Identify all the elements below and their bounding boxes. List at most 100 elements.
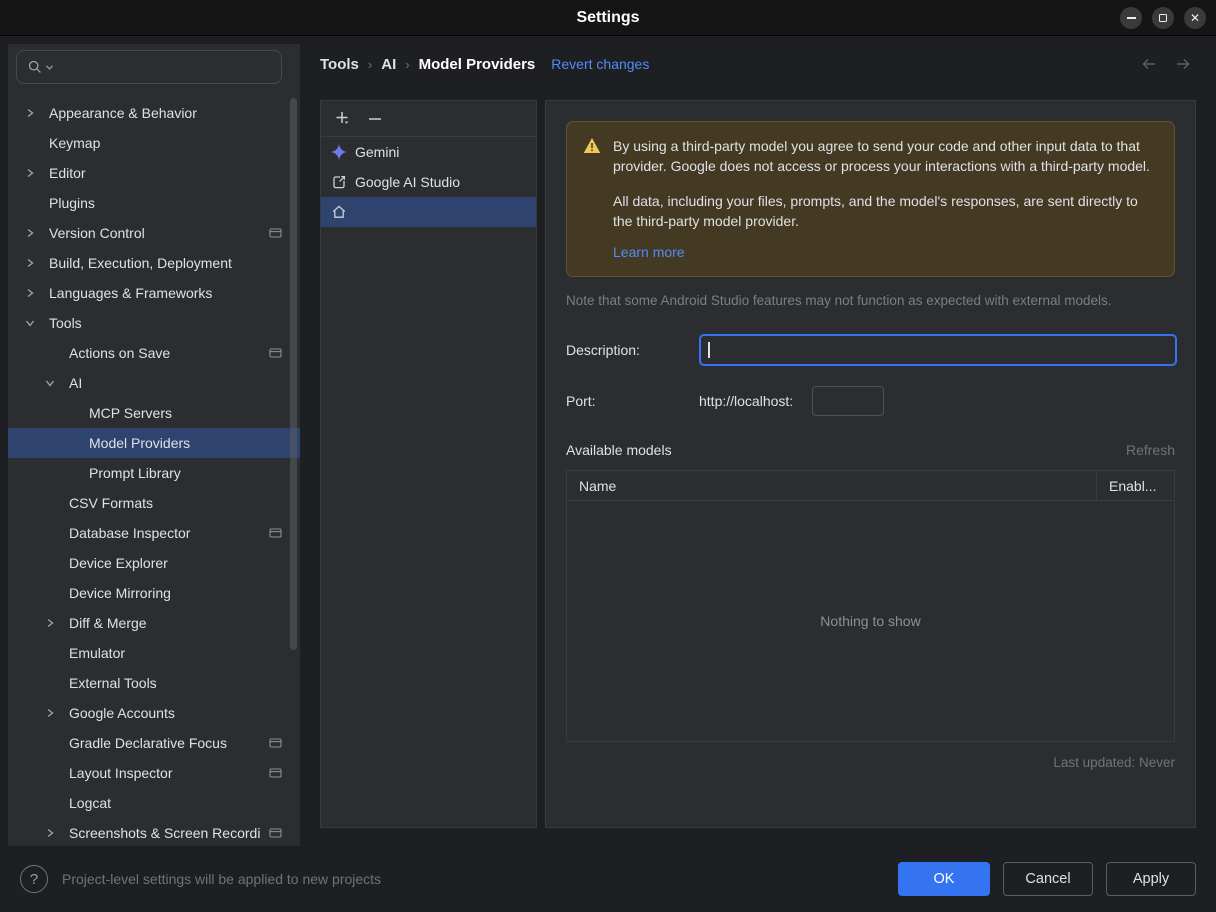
warning-banner: By using a third-party model you agree t… (566, 121, 1175, 278)
sidebar-item-external-tools[interactable]: External Tools (8, 668, 300, 698)
sidebar-item-label: Database Inspector (69, 525, 191, 541)
empty-table-text: Nothing to show (820, 613, 921, 630)
sidebar-item-tools[interactable]: Tools (8, 308, 300, 338)
chevron-right-icon[interactable] (20, 103, 40, 123)
chevron-down-icon[interactable] (40, 373, 60, 393)
provider-item-gemini[interactable]: Gemini (321, 137, 536, 167)
learn-more-link[interactable]: Learn more (613, 244, 685, 260)
sidebar-item-label: Actions on Save (69, 345, 171, 361)
sidebar-item-label: Plugins (49, 195, 95, 211)
warning-paragraph-2: All data, including your files, prompts,… (613, 192, 1138, 229)
history-nav (1140, 57, 1192, 71)
sidebar-item-screenshots-screen-recordi[interactable]: Screenshots & Screen Recordi (8, 818, 300, 846)
sidebar-item-gradle-declarative-focus[interactable]: Gradle Declarative Focus (8, 728, 300, 758)
project-config-icon (269, 527, 282, 539)
sidebar-item-device-explorer[interactable]: Device Explorer (8, 548, 300, 578)
sidebar-item-label: Editor (49, 165, 86, 181)
sidebar-item-diff-merge[interactable]: Diff & Merge (8, 608, 300, 638)
chevron-right-icon[interactable] (20, 253, 40, 273)
sidebar-item-label: Keymap (49, 135, 101, 151)
sidebar-item-ai[interactable]: AI (8, 368, 300, 398)
warning-icon (583, 136, 601, 260)
sidebar-item-label: Build, Execution, Deployment (49, 255, 232, 271)
sidebar-item-appearance-behavior[interactable]: Appearance & Behavior (8, 98, 300, 128)
models-column-header-enabl[interactable]: Enabl... (1096, 471, 1174, 501)
breadcrumb-ai[interactable]: AI (381, 56, 396, 73)
sidebar-item-label: Google Accounts (69, 705, 175, 721)
sidebar-item-layout-inspector[interactable]: Layout Inspector (8, 758, 300, 788)
sidebar-item-label: CSV Formats (69, 495, 154, 511)
search-options-chevron-icon[interactable] (46, 64, 53, 70)
sidebar-item-prompt-library[interactable]: Prompt Library (8, 458, 300, 488)
add-provider-button[interactable] (333, 110, 351, 128)
sidebar-scrollbar[interactable] (290, 98, 297, 650)
models-column-header-name[interactable]: Name (567, 471, 1096, 500)
forward-arrow-icon[interactable] (1174, 57, 1192, 71)
sidebar-item-label: Device Explorer (69, 555, 168, 571)
search-input[interactable] (16, 50, 282, 84)
sidebar-item-google-accounts[interactable]: Google Accounts (8, 698, 300, 728)
sidebar-item-label: MCP Servers (89, 405, 172, 421)
google-ai-studio-icon (331, 174, 347, 190)
sidebar-item-emulator[interactable]: Emulator (8, 638, 300, 668)
warning-paragraph-1: By using a third-party model you agree t… (613, 138, 1150, 175)
chevron-right-icon[interactable] (40, 703, 60, 723)
chevron-right-icon[interactable] (20, 283, 40, 303)
refresh-link[interactable]: Refresh (1126, 442, 1175, 458)
sidebar-item-mcp-servers[interactable]: MCP Servers (8, 398, 300, 428)
maximize-button[interactable] (1152, 7, 1174, 29)
sidebar-item-logcat[interactable]: Logcat (8, 788, 300, 818)
sidebar-item-keymap[interactable]: Keymap (8, 128, 300, 158)
sidebar-item-database-inspector[interactable]: Database Inspector (8, 518, 300, 548)
chevron-down-icon[interactable] (20, 313, 40, 333)
project-config-icon (269, 227, 282, 239)
apply-button[interactable]: Apply (1106, 862, 1196, 896)
provider-item-new[interactable] (321, 197, 536, 227)
chevron-right-icon[interactable] (20, 223, 40, 243)
chevron-right-icon[interactable] (40, 823, 60, 843)
chevron-right-icon[interactable] (20, 163, 40, 183)
description-label: Description: (566, 342, 640, 359)
sidebar-item-plugins[interactable]: Plugins (8, 188, 300, 218)
close-button[interactable]: ✕ (1184, 7, 1206, 29)
port-input[interactable] (812, 386, 885, 417)
dialog-footer: ? Project-level settings will be applied… (0, 846, 1216, 912)
sidebar-item-device-mirroring[interactable]: Device Mirroring (8, 578, 300, 608)
chevron-right-icon[interactable] (40, 613, 60, 633)
models-table: Name Enabl... Nothing to show (566, 470, 1175, 743)
back-arrow-icon[interactable] (1140, 57, 1158, 71)
provider-item-google-ai-studio[interactable]: Google AI Studio (321, 167, 536, 197)
sidebar-item-languages-frameworks[interactable]: Languages & Frameworks (8, 278, 300, 308)
sidebar-item-csv-formats[interactable]: CSV Formats (8, 488, 300, 518)
cancel-button[interactable]: Cancel (1003, 862, 1093, 896)
sidebar-item-version-control[interactable]: Version Control (8, 218, 300, 248)
sidebar-item-label: Screenshots & Screen Recordi (69, 825, 261, 841)
sidebar-item-editor[interactable]: Editor (8, 158, 300, 188)
minimize-button[interactable] (1120, 7, 1142, 29)
sidebar-item-model-providers[interactable]: Model Providers (8, 428, 300, 458)
window-controls: ✕ (1120, 7, 1206, 29)
project-config-icon (269, 827, 282, 839)
warning-text: By using a third-party model you agree t… (613, 136, 1158, 260)
text-caret (708, 342, 710, 359)
breadcrumb-tools[interactable]: Tools (320, 56, 359, 73)
sidebar-item-actions-on-save[interactable]: Actions on Save (8, 338, 300, 368)
sidebar-item-build-execution-deployment[interactable]: Build, Execution, Deployment (8, 248, 300, 278)
port-prefix: http://localhost: (699, 393, 794, 410)
project-config-icon (269, 737, 282, 749)
description-input[interactable] (699, 334, 1177, 367)
sidebar-item-label: Tools (49, 315, 82, 331)
remove-provider-button[interactable] (366, 110, 384, 128)
footer-hint: Project-level settings will be applied t… (62, 871, 382, 887)
revert-changes-link[interactable]: Revert changes (551, 56, 649, 72)
sidebar-item-label: Device Mirroring (69, 585, 171, 601)
help-button[interactable]: ? (20, 865, 48, 893)
ok-button[interactable]: OK (898, 862, 990, 896)
